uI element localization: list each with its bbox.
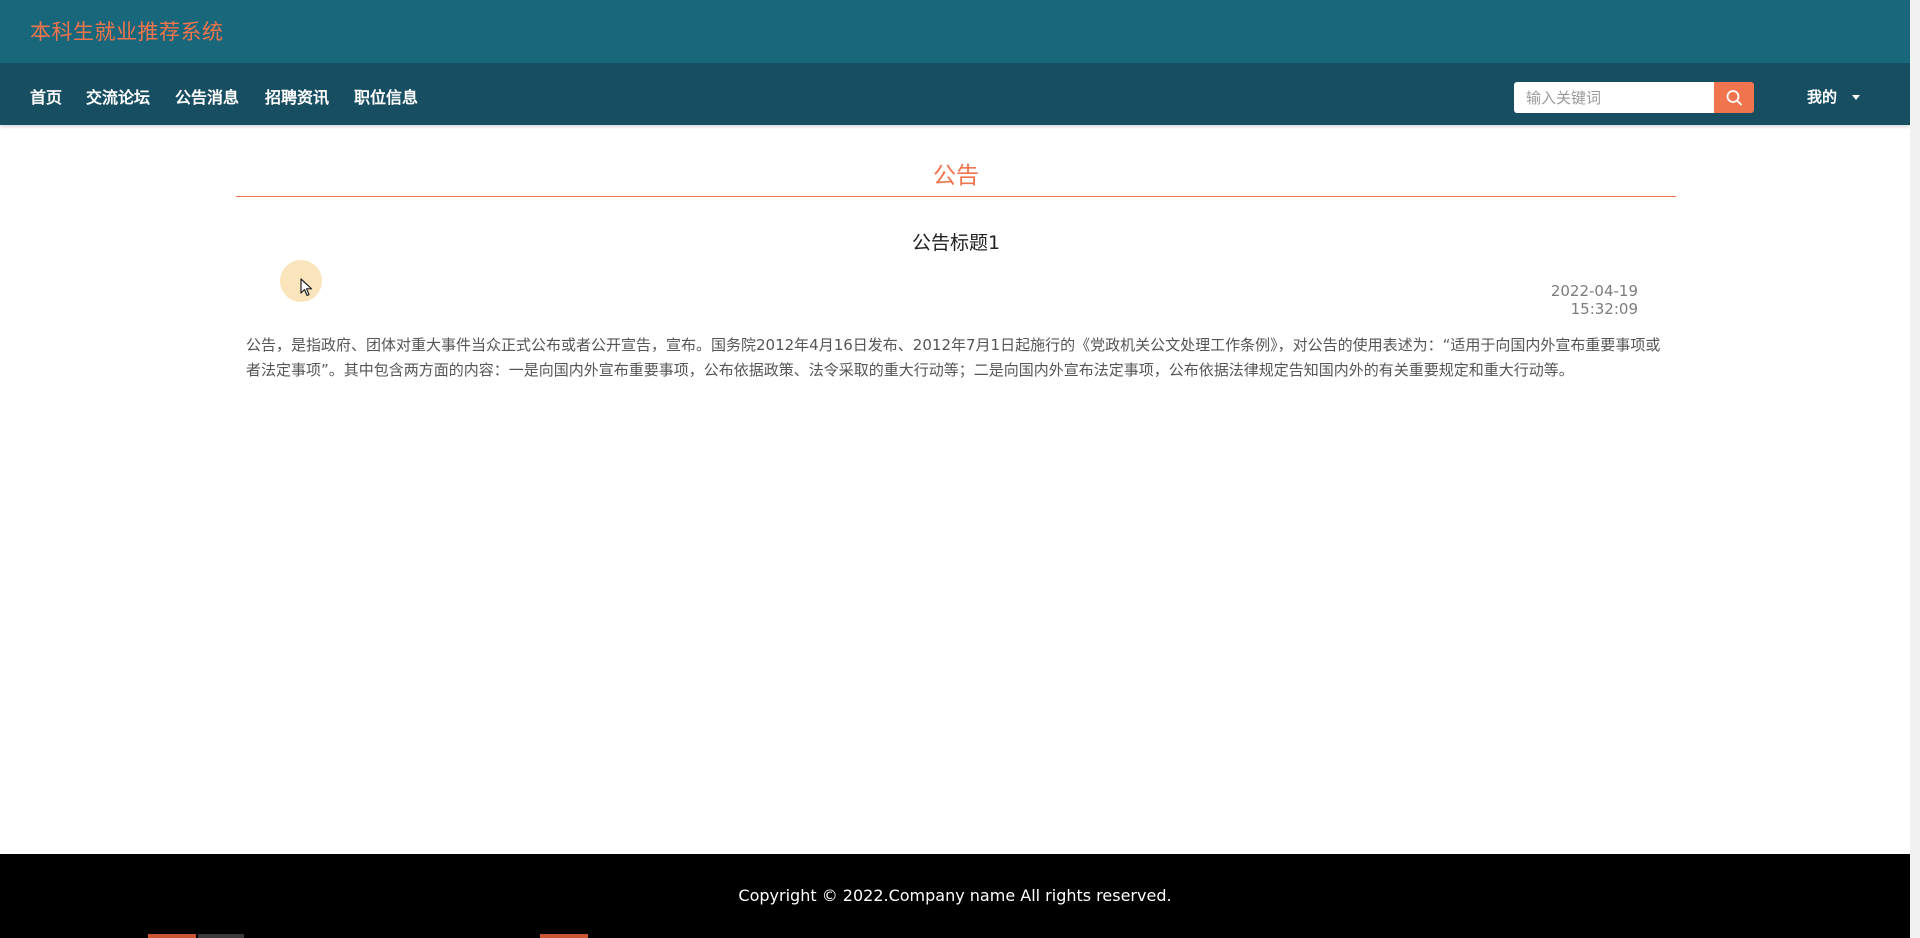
footer-tab-marker: [540, 934, 588, 938]
notice-date: 2022-04-19 15:32:09: [1550, 282, 1638, 318]
search-input[interactable]: [1514, 82, 1714, 113]
footer-tab-marker: [148, 934, 196, 938]
footer-copyright: Copyright © 2022.Company name All rights…: [738, 886, 1172, 905]
nav-item-notices[interactable]: 公告消息: [175, 84, 239, 108]
nav-item-forum[interactable]: 交流论坛: [86, 84, 150, 108]
search-icon: [1726, 90, 1742, 106]
top-header: 本科生就业推荐系统: [0, 0, 1910, 63]
site-title[interactable]: 本科生就业推荐系统: [30, 16, 224, 46]
caret-down-icon[interactable]: [1852, 95, 1860, 100]
notice-title: 公告标题1: [911, 232, 1001, 254]
footer-tab-marker: [198, 934, 244, 938]
footer: Copyright © 2022.Company name All rights…: [0, 854, 1910, 938]
nav-item-recruitment-news[interactable]: 招聘资讯: [265, 84, 329, 108]
search-button[interactable]: [1714, 82, 1754, 113]
page: 本科生就业推荐系统 首页 交流论坛 公告消息 招聘资讯 职位信息 我的 公告 公…: [0, 0, 1910, 938]
notice-body: 公告，是指政府、团体对重大事件当众正式公布或者公开宣告，宣布。国务院2012年4…: [246, 336, 1661, 379]
section-divider: [236, 196, 1676, 197]
main-nav: 首页 交流论坛 公告消息 招聘资讯 职位信息 我的: [0, 63, 1910, 125]
mouse-cursor-icon: [300, 278, 313, 297]
section-title: 公告: [933, 163, 979, 189]
nav-item-job-info[interactable]: 职位信息: [354, 84, 418, 108]
nav-item-home[interactable]: 首页: [30, 84, 62, 108]
user-menu[interactable]: 我的: [1807, 86, 1837, 107]
vertical-scrollbar[interactable]: [1910, 0, 1920, 938]
